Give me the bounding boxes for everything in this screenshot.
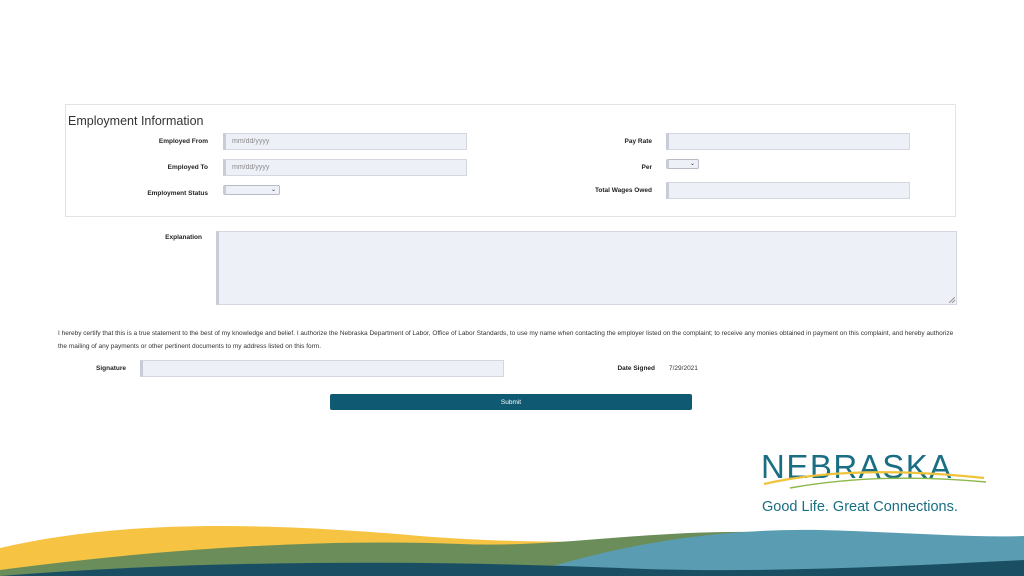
date-signed-value: 7/29/2021: [669, 365, 698, 372]
chevron-down-icon: ⌄: [270, 187, 276, 193]
resize-handle-icon[interactable]: [949, 297, 955, 303]
chevron-down-icon: ⌄: [689, 161, 695, 167]
submit-button[interactable]: Submit: [330, 394, 692, 410]
employment-status-select[interactable]: ⌄: [223, 185, 280, 195]
employed-to-label: Employed To: [167, 164, 208, 171]
section-title: Employment Information: [68, 114, 204, 128]
date-signed-label: Date Signed: [617, 365, 655, 372]
per-label: Per: [641, 164, 652, 171]
employed-to-input[interactable]: [223, 159, 467, 176]
certification-statement: I hereby certify that this is a true sta…: [58, 330, 954, 350]
signature-input[interactable]: [140, 360, 504, 377]
pay-rate-label: Pay Rate: [624, 138, 652, 145]
logo-swoosh-icon: [763, 471, 987, 489]
total-wages-owed-input[interactable]: [666, 182, 910, 199]
decorative-waves: [0, 526, 1024, 576]
employment-status-label: Employment Status: [147, 190, 208, 197]
per-select[interactable]: ⌄: [666, 159, 699, 169]
explanation-label: Explanation: [165, 234, 202, 241]
employed-from-label: Employed From: [158, 138, 208, 145]
signature-label: Signature: [96, 365, 126, 372]
employed-from-input[interactable]: [223, 133, 467, 150]
pay-rate-input[interactable]: [666, 133, 910, 150]
explanation-textarea[interactable]: [216, 231, 957, 305]
total-wages-owed-label: Total Wages Owed: [594, 187, 652, 194]
